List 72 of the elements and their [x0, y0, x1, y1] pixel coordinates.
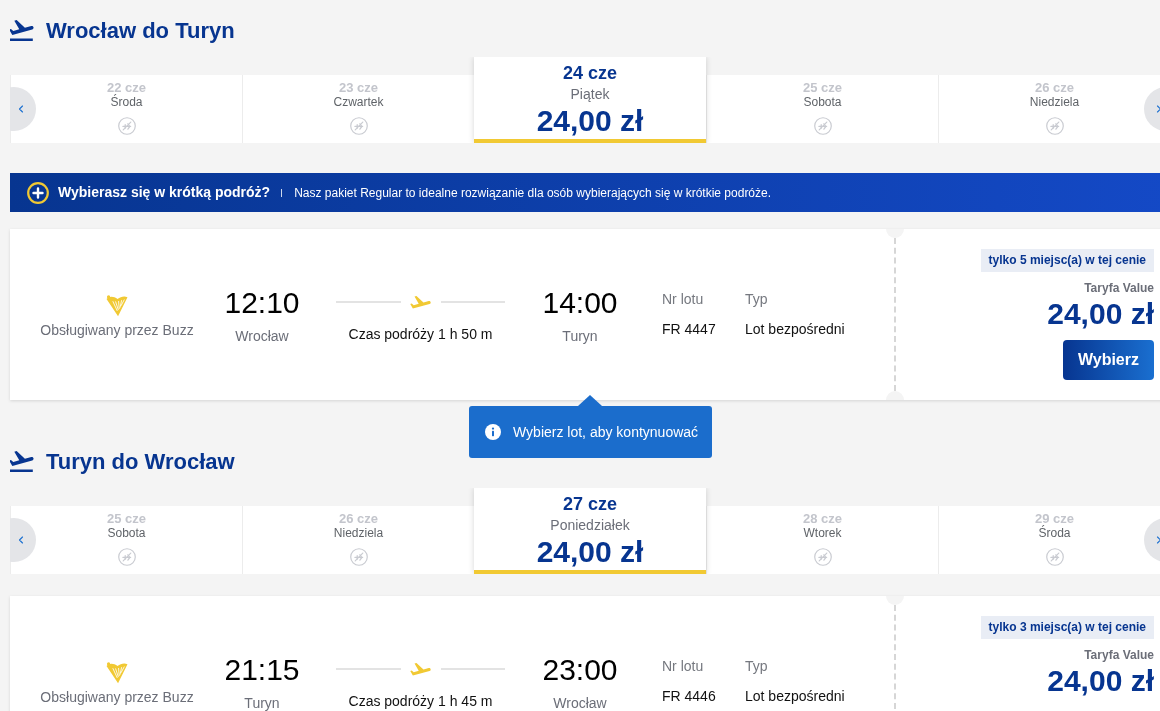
- date-label: 28 cze: [802, 511, 842, 526]
- banner-text: Nasz pakiet Regular to idealne rozwiązanie dla osób wybierających się w krótkie podróże.: [294, 184, 772, 202]
- weekday-label: Niedziela: [333, 526, 384, 540]
- plane-takeoff-icon: [10, 19, 34, 41]
- date-tab[interactable]: 24 cze Piątek 24,00 zł: [474, 57, 706, 143]
- banner-title: Wybierasz się w krótką podróż?: [58, 183, 271, 202]
- time-label: 12:10: [224, 285, 300, 321]
- operator-label: Obsługiwany przez Buzz: [40, 321, 194, 340]
- date-tab[interactable]: 25 cze Sobota: [706, 75, 938, 143]
- date-tab[interactable]: 26 cze Niedziela: [938, 75, 1160, 143]
- date-tab[interactable]: 23 cze Czwartek: [242, 75, 474, 143]
- date-tab[interactable]: 28 cze Wtorek: [706, 506, 938, 574]
- date-label: 26 cze: [338, 511, 378, 526]
- fare-price: 24,00 zł: [1047, 664, 1154, 698]
- fare-price: 24,00 zł: [536, 104, 644, 138]
- date-label: 24 cze: [562, 62, 617, 84]
- weekday-label: Niedziela: [1029, 95, 1080, 109]
- fare-price: 24,00 zł: [1047, 297, 1154, 331]
- weekday-label: Piątek: [570, 85, 610, 103]
- weekday-label: Czwartek: [333, 95, 384, 109]
- city-label: Wrocław: [553, 696, 607, 710]
- tooltip-text: Wybierz lot, aby kontynuować: [513, 422, 699, 442]
- harp-logo: [106, 295, 128, 317]
- section-title: Turyn do Wrocław: [46, 447, 235, 476]
- date-tab[interactable]: 27 cze Poniedziałek 24,00 zł: [474, 488, 706, 574]
- date-label: 23 cze: [338, 80, 378, 95]
- date-label: 27 cze: [562, 493, 617, 515]
- info-icon: [485, 424, 501, 440]
- fare-name: Taryfa Value: [1084, 280, 1154, 296]
- weekday-label: Sobota: [803, 95, 842, 109]
- duration-label: Czas podróży 1 h 50 m: [348, 325, 493, 344]
- date-tab[interactable]: 22 cze Środa: [10, 75, 242, 143]
- operator-label: Obsługiwany przez Buzz: [40, 688, 194, 707]
- date-label: 22 cze: [106, 80, 146, 95]
- date-tab[interactable]: 26 cze Niedziela: [242, 506, 474, 574]
- date-label: 25 cze: [106, 511, 146, 526]
- plane-takeoff-icon: [10, 450, 34, 472]
- section-title: Wrocław do Turyn: [46, 16, 235, 45]
- seats-badge: tylko 5 miejsc(a) w tej cenie: [980, 249, 1154, 272]
- time-label: 23:00: [542, 652, 618, 688]
- time-label: 21:15: [224, 652, 300, 688]
- weekday-label: Poniedziałek: [550, 516, 630, 534]
- seats-badge: tylko 3 miejsc(a) w tej cenie: [980, 616, 1154, 639]
- fare-name: Taryfa Value: [1084, 647, 1154, 663]
- plane-icon: [409, 662, 432, 676]
- duration-label: Czas podróży 1 h 45 m: [348, 692, 493, 711]
- date-label: 29 cze: [1034, 511, 1074, 526]
- harp-logo: [106, 662, 128, 684]
- weekday-label: Sobota: [107, 526, 146, 540]
- detail-value: Lot bezpośredni: [745, 687, 845, 706]
- detail-label: Nr lotu: [662, 290, 705, 309]
- time-label: 14:00: [542, 285, 618, 321]
- fare-price: 24,00 zł: [536, 535, 644, 569]
- detail-value: FR 4447: [662, 320, 717, 339]
- detail-label: Typ: [745, 657, 769, 676]
- weekday-label: Wtorek: [803, 526, 842, 540]
- weekday-label: Środa: [110, 95, 143, 109]
- detail-label: Typ: [745, 290, 769, 309]
- weekday-label: Środa: [1038, 526, 1071, 540]
- detail-value: FR 4446: [662, 687, 717, 706]
- date-tab[interactable]: 25 cze Sobota: [10, 506, 242, 574]
- select-button[interactable]: Wybierz: [1062, 340, 1154, 380]
- detail-value: Lot bezpośredni: [745, 320, 845, 339]
- city-label: Turyn: [562, 329, 598, 343]
- city-label: Wrocław: [235, 329, 289, 343]
- date-label: 26 cze: [1034, 80, 1074, 95]
- date-tab[interactable]: 29 cze Środa: [938, 506, 1160, 574]
- plane-icon: [409, 295, 432, 309]
- city-label: Turyn: [244, 696, 280, 710]
- plus-icon: [27, 181, 49, 204]
- detail-label: Nr lotu: [662, 657, 705, 676]
- date-label: 25 cze: [802, 80, 842, 95]
